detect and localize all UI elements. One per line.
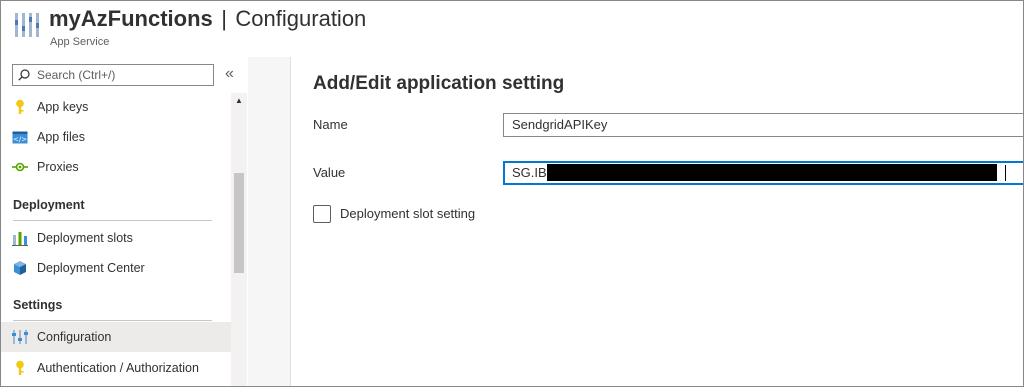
sidebar-item-label: Deployment slots <box>37 231 133 245</box>
name-field[interactable]: SendgridAPIKey <box>503 113 1023 137</box>
name-field-value: SendgridAPIKey <box>512 117 608 132</box>
value-label: Value <box>313 165 346 180</box>
sidebar-item-label: Deployment Center <box>37 261 145 275</box>
app-name: myAzFunctions <box>49 6 213 31</box>
sidebar-item-configuration[interactable]: Configuration <box>1 322 231 352</box>
svg-text:</>: </> <box>13 135 27 143</box>
sidebar-scrollbar[interactable]: ▲ <box>231 93 247 386</box>
code-file-icon: </> <box>12 129 28 145</box>
key-icon <box>12 99 28 115</box>
key-icon <box>12 360 28 376</box>
proxy-icon <box>12 159 28 175</box>
name-label: Name <box>313 117 348 132</box>
resource-type-subtitle: App Service <box>50 36 110 48</box>
search-icon <box>18 69 30 81</box>
sidebar-item-app-files[interactable]: </> App files <box>1 122 231 152</box>
sidebar-item-proxies[interactable]: Proxies <box>1 152 231 182</box>
sidebar-item-app-keys[interactable]: App keys <box>1 92 231 122</box>
sidebar-item-deployment-center[interactable]: Deployment Center <box>1 253 231 283</box>
scroll-up-arrow-icon[interactable]: ▲ <box>235 96 243 105</box>
section-divider <box>13 320 212 321</box>
resource-menu-sidebar: Search (Ctrl+/) « App keys </> App files… <box>1 57 247 386</box>
page-header: myAzFunctions | Configuration App Servic… <box>1 1 1023 57</box>
sidebar-item-authentication[interactable]: Authentication / Authorization <box>1 353 231 383</box>
search-placeholder: Search (Ctrl+/) <box>37 68 116 82</box>
title-separator: | <box>221 6 227 31</box>
deployment-slot-setting-checkbox[interactable] <box>313 205 331 223</box>
deployment-slot-setting-label[interactable]: Deployment slot setting <box>340 206 475 221</box>
search-input[interactable]: Search (Ctrl+/) <box>12 64 214 86</box>
value-field[interactable]: SG.IB <box>503 161 1023 185</box>
section-divider <box>13 220 212 221</box>
text-caret <box>1004 164 1006 181</box>
sidebar-item-label: Proxies <box>37 160 79 174</box>
app-window: myAzFunctions | Configuration App Servic… <box>0 0 1024 387</box>
panel-title: Add/Edit application setting <box>313 73 565 94</box>
deployment-center-icon <box>12 260 28 276</box>
page-title: myAzFunctions | Configuration <box>49 6 366 32</box>
redaction-bar <box>546 164 997 182</box>
page-name: Configuration <box>235 6 367 31</box>
sidebar-item-label: App files <box>37 130 85 144</box>
collapse-menu-button[interactable]: « <box>225 65 234 83</box>
sidebar-item-deployment-slots[interactable]: Deployment slots <box>1 223 231 253</box>
sidebar-item-label: Configuration <box>37 330 112 344</box>
background-blade-overlay <box>248 57 290 386</box>
section-heading-settings: Settings <box>13 298 63 312</box>
section-heading-deployment: Deployment <box>13 198 85 212</box>
function-app-icon <box>15 13 39 37</box>
configuration-icon <box>12 329 28 345</box>
sidebar-item-label: App keys <box>37 100 89 114</box>
sidebar-item-label: Authentication / Authorization <box>37 361 199 375</box>
value-field-visible-text: SG.IB <box>512 165 547 180</box>
scroll-thumb[interactable] <box>234 173 244 273</box>
add-edit-setting-panel: Add/Edit application setting Name Sendgr… <box>290 57 1023 386</box>
deployment-slots-icon <box>12 230 28 246</box>
